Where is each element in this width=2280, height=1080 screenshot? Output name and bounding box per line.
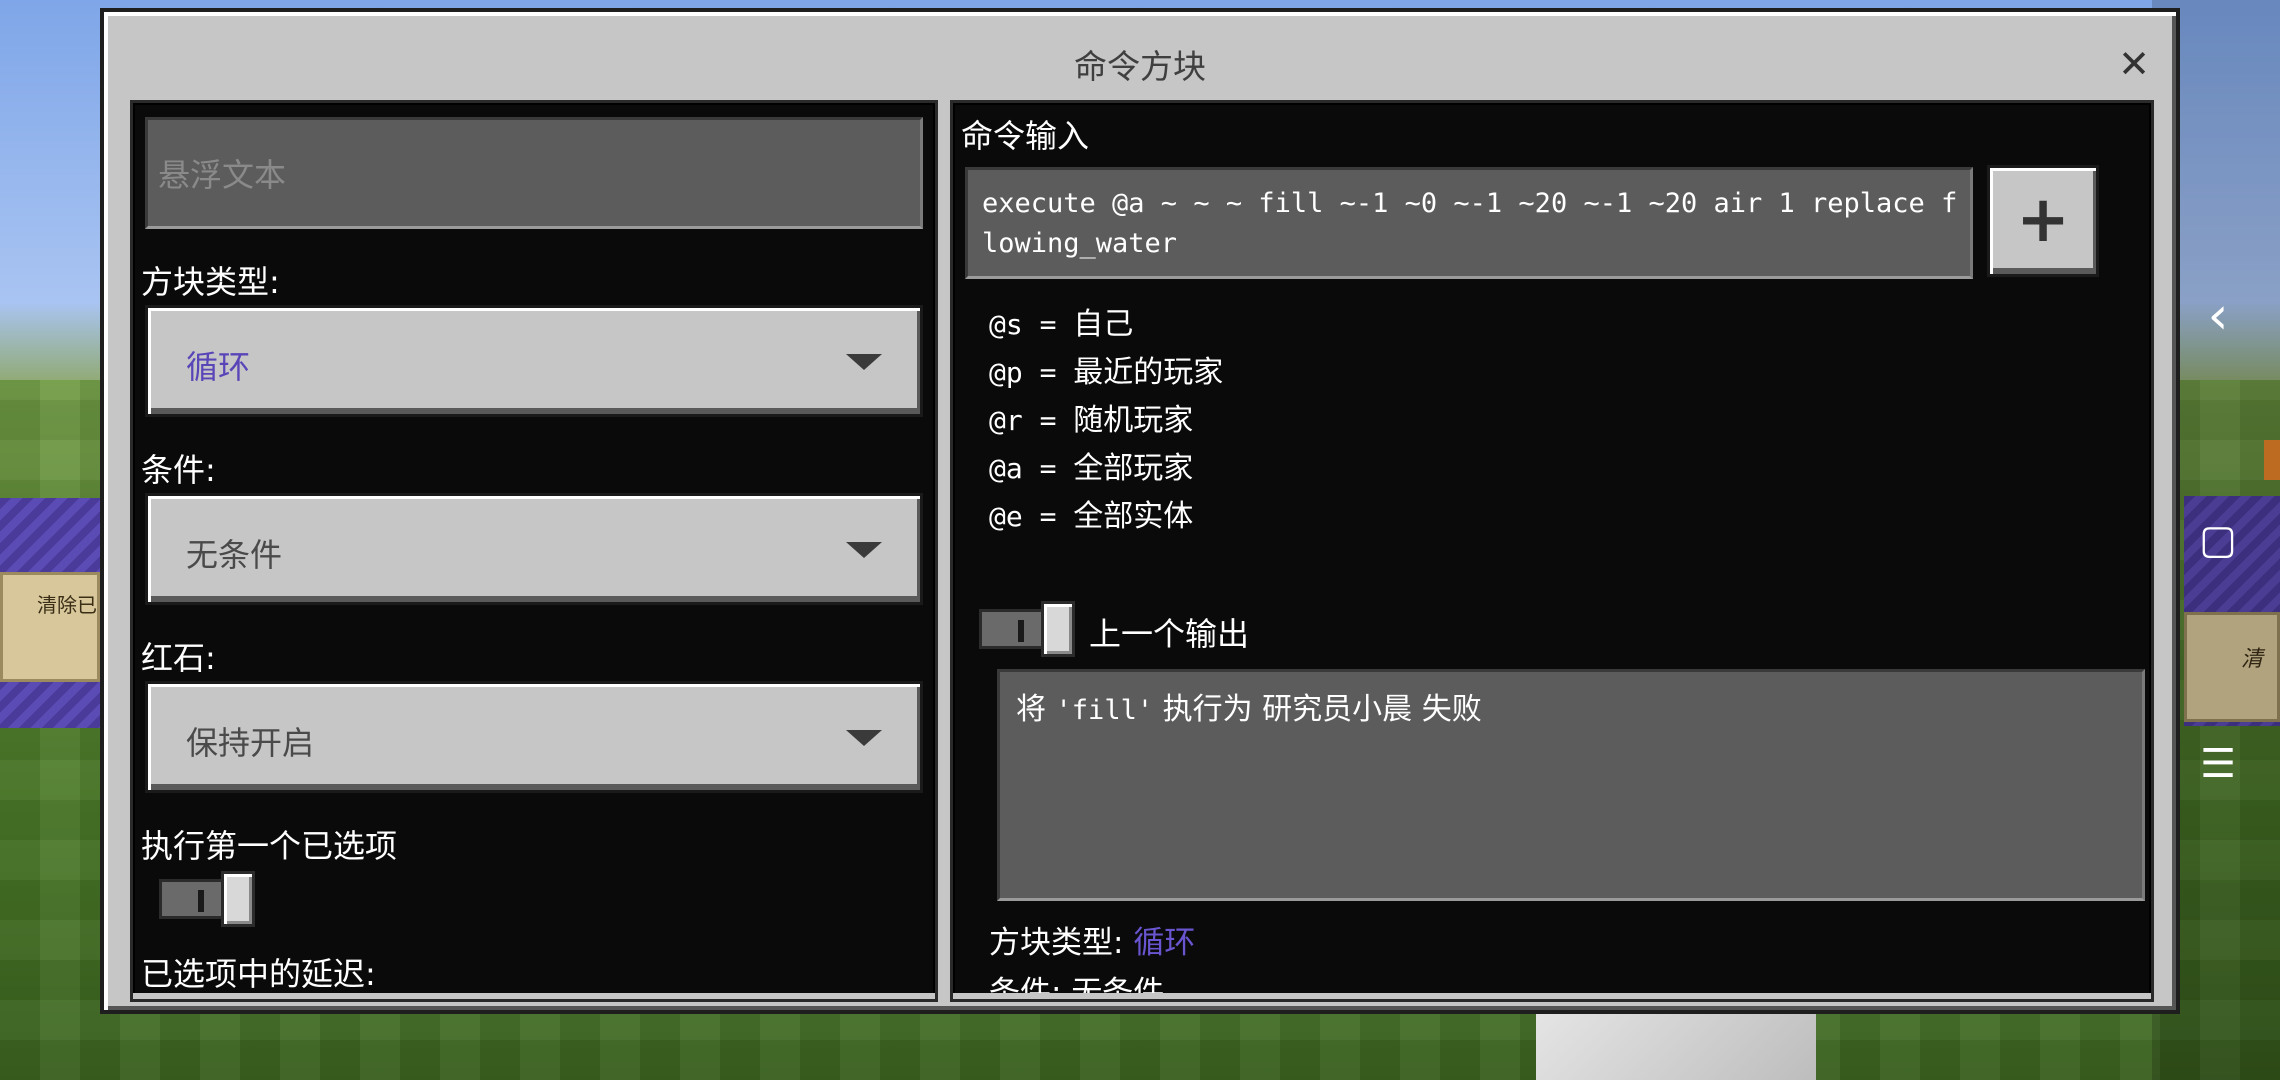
- toggle-knob: [221, 871, 255, 927]
- selector-help-all-entities: @e = 全部实体: [989, 499, 1194, 534]
- command-input-value: execute @a ~ ~ ~ fill ~-1 ~0 ~-1 ~20 ~-1…: [982, 188, 1958, 259]
- execute-first-toggle[interactable]: [159, 871, 259, 927]
- command-input[interactable]: execute @a ~ ~ ~ fill ~-1 ~0 ~-1 ~20 ~-1…: [965, 167, 1973, 279]
- block-type-value: 循环: [186, 348, 251, 386]
- selector-help-nearest: @p = 最近的玩家: [989, 355, 1224, 390]
- toggle-track: [159, 879, 229, 919]
- chevron-down-icon: [846, 542, 882, 558]
- close-icon[interactable]: ✕: [2114, 44, 2154, 84]
- hover-text-placeholder: 悬浮文本: [158, 156, 287, 194]
- chevron-down-icon: [846, 730, 882, 746]
- selector-help-all-players: @a = 全部玩家: [989, 451, 1194, 486]
- redstone-label: 红石:: [141, 639, 216, 677]
- redstone-dropdown[interactable]: 保持开启: [145, 681, 923, 793]
- redstone-value: 保持开启: [186, 724, 315, 762]
- delay-label: 已选项中的延迟:: [141, 955, 376, 993]
- selector-help-self: @s = 自己: [989, 307, 1134, 342]
- previous-output-text: 将 'fill' 执行为 研究员小晨 失败: [1016, 692, 1482, 727]
- toggle-track: [979, 609, 1049, 649]
- panel-edge: [953, 993, 2151, 999]
- selector-help-random: @r = 随机玩家: [989, 403, 1194, 438]
- dialog-title: 命令方块: [1074, 47, 1206, 86]
- execute-first-label: 执行第一个已选项: [141, 827, 398, 865]
- home-icon[interactable]: ▢: [2194, 516, 2242, 564]
- command-panel[interactable]: 命令输入 execute @a ~ ~ ~ fill ~-1 ~0 ~-1 ~2…: [950, 100, 2154, 1002]
- condition-value: 无条件: [186, 536, 283, 574]
- previous-output-box: 将 'fill' 执行为 研究员小晨 失败: [997, 669, 2145, 901]
- command-input-label: 命令输入: [961, 117, 1090, 155]
- previous-output-label: 上一个输出: [1089, 615, 1250, 653]
- plus-icon[interactable]: +: [1987, 165, 2099, 277]
- block-type-label: 方块类型:: [141, 263, 280, 301]
- block-type-dropdown[interactable]: 循环: [145, 305, 923, 417]
- back-icon[interactable]: ‹: [2194, 290, 2242, 342]
- condition-label: 条件:: [141, 451, 216, 489]
- hover-text-input[interactable]: 悬浮文本: [145, 117, 923, 229]
- settings-panel[interactable]: 悬浮文本 方块类型: 循环 条件: 无条件 红石: 保持开启 执行第一个已选项 …: [130, 100, 938, 1002]
- panel-edge: [133, 993, 935, 999]
- previous-output-toggle[interactable]: [979, 601, 1079, 657]
- toggle-knob: [1041, 601, 1075, 657]
- info-block-type: 方块类型: 循环: [989, 925, 1196, 961]
- background-sign-left: 清除已: [0, 572, 100, 682]
- chevron-down-icon: [846, 354, 882, 370]
- menu-icon[interactable]: ☰: [2194, 740, 2242, 788]
- command-block-dialog: 命令方块 ✕ 悬浮文本 方块类型: 循环 条件: 无条件 红石: 保持开启 执行…: [100, 8, 2180, 1014]
- condition-dropdown[interactable]: 无条件: [145, 493, 923, 605]
